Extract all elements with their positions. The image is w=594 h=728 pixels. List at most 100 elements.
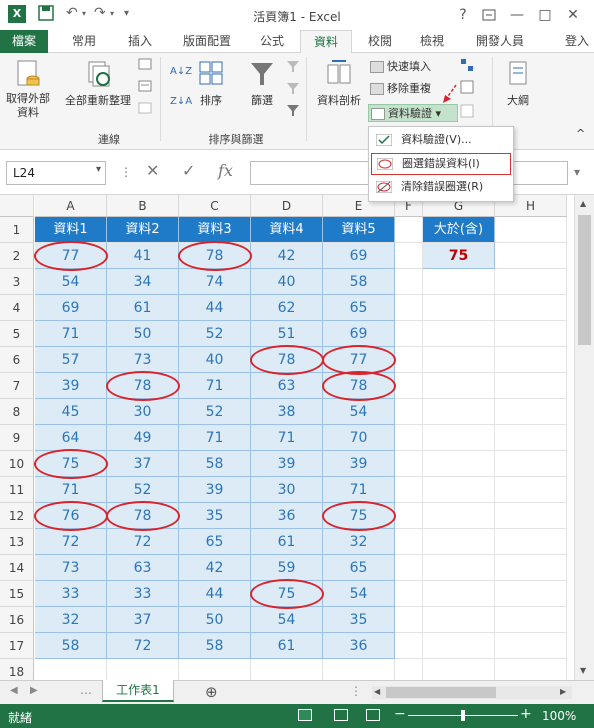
- menu-item-clear-validation-circles[interactable]: 清除錯誤圈選(R): [371, 177, 511, 199]
- data-cell[interactable]: 72: [107, 633, 179, 659]
- data-cell[interactable]: 78: [323, 373, 395, 399]
- help-button[interactable]: ?: [452, 5, 474, 25]
- expand-formula-bar-icon[interactable]: ▾: [574, 165, 580, 179]
- name-box[interactable]: L24 ▾: [6, 161, 106, 185]
- select-all-corner[interactable]: [0, 195, 34, 217]
- empty-cell[interactable]: [423, 503, 495, 529]
- tab-formulas[interactable]: 公式: [250, 30, 294, 53]
- data-cell[interactable]: 71: [35, 321, 107, 347]
- data-cell[interactable]: 69: [323, 321, 395, 347]
- empty-cell[interactable]: [423, 633, 495, 659]
- empty-cell[interactable]: [495, 243, 567, 269]
- empty-cell[interactable]: [423, 581, 495, 607]
- criteria-value-cell[interactable]: 75: [423, 243, 495, 269]
- data-cell[interactable]: 74: [179, 269, 251, 295]
- data-cell[interactable]: 61: [251, 529, 323, 555]
- collapse-ribbon-icon[interactable]: ^: [576, 125, 585, 143]
- row-header[interactable]: 15: [0, 581, 34, 607]
- row-header[interactable]: 5: [0, 321, 34, 347]
- data-cell[interactable]: 51: [251, 321, 323, 347]
- empty-cell[interactable]: [495, 477, 567, 503]
- data-cell[interactable]: 34: [107, 269, 179, 295]
- advanced-filter-icon[interactable]: [286, 103, 300, 121]
- table-header-cell[interactable]: 資料5: [323, 217, 395, 243]
- data-cell[interactable]: 59: [251, 555, 323, 581]
- empty-cell[interactable]: [395, 555, 423, 581]
- row-header[interactable]: 9: [0, 425, 34, 451]
- data-cell[interactable]: 39: [35, 373, 107, 399]
- tab-home[interactable]: 常用: [60, 30, 108, 53]
- page-layout-view-icon[interactable]: [334, 709, 348, 721]
- data-cell[interactable]: 54: [35, 269, 107, 295]
- data-cell[interactable]: 61: [251, 633, 323, 659]
- tab-review[interactable]: 校閱: [358, 30, 402, 53]
- empty-cell[interactable]: [495, 529, 567, 555]
- refresh-all-button[interactable]: 全部重新整理: [60, 59, 136, 108]
- data-cell[interactable]: 33: [35, 581, 107, 607]
- empty-cell[interactable]: [495, 295, 567, 321]
- empty-cell[interactable]: [251, 659, 323, 680]
- table-header-cell[interactable]: 資料1: [35, 217, 107, 243]
- empty-cell[interactable]: [423, 659, 495, 680]
- data-cell[interactable]: 37: [107, 607, 179, 633]
- worksheet-grid[interactable]: ABCDEFGH 1 2 3 4 5 6 7 8 9 10 11 12 13 14 15 16 17 18 資料1…: [0, 195, 594, 680]
- empty-cell[interactable]: [395, 659, 423, 680]
- data-cell[interactable]: 39: [179, 477, 251, 503]
- data-cell[interactable]: 50: [179, 607, 251, 633]
- data-cell[interactable]: 75: [251, 581, 323, 607]
- data-cell[interactable]: 62: [251, 295, 323, 321]
- data-validation-button[interactable]: 資料驗證 ▾: [368, 104, 458, 122]
- data-cell[interactable]: 58: [179, 451, 251, 477]
- horizontal-scrollbar[interactable]: ◀ ▶: [372, 686, 572, 699]
- sort-az-button[interactable]: A↓Z: [170, 63, 192, 81]
- row-header[interactable]: 4: [0, 295, 34, 321]
- column-header[interactable]: A: [35, 195, 107, 217]
- empty-cell[interactable]: [423, 451, 495, 477]
- empty-cell[interactable]: [423, 399, 495, 425]
- row-header[interactable]: 7: [0, 373, 34, 399]
- data-cell[interactable]: 73: [35, 555, 107, 581]
- empty-cell[interactable]: [495, 607, 567, 633]
- data-cell[interactable]: 75: [35, 451, 107, 477]
- cancel-icon[interactable]: ✕: [146, 161, 159, 180]
- data-cell[interactable]: 40: [179, 347, 251, 373]
- empty-cell[interactable]: [495, 217, 567, 243]
- empty-cell[interactable]: [423, 555, 495, 581]
- data-cell[interactable]: 32: [35, 607, 107, 633]
- get-external-data-button[interactable]: 取得外部 資料: [2, 59, 54, 120]
- data-cell[interactable]: 42: [179, 555, 251, 581]
- data-cell[interactable]: 58: [35, 633, 107, 659]
- data-cell[interactable]: 52: [179, 399, 251, 425]
- empty-cell[interactable]: [495, 347, 567, 373]
- filter-button[interactable]: 篩選: [242, 59, 282, 108]
- empty-cell[interactable]: [179, 659, 251, 680]
- empty-cell[interactable]: [495, 269, 567, 295]
- horizontal-scroll-thumb[interactable]: [386, 687, 496, 698]
- empty-cell[interactable]: [395, 503, 423, 529]
- remove-duplicates-button[interactable]: 移除重複: [370, 80, 431, 98]
- empty-cell[interactable]: [423, 529, 495, 555]
- enter-icon[interactable]: ✓: [182, 161, 195, 180]
- row-header[interactable]: 16: [0, 607, 34, 633]
- signin-link[interactable]: 登入: [560, 30, 594, 53]
- table-header-cell[interactable]: 資料2: [107, 217, 179, 243]
- flash-fill-button[interactable]: 快速填入: [370, 58, 431, 76]
- empty-cell[interactable]: [495, 399, 567, 425]
- sheet-more-icon[interactable]: …: [80, 683, 92, 697]
- data-cell[interactable]: 70: [323, 425, 395, 451]
- empty-cell[interactable]: [423, 269, 495, 295]
- properties-icon[interactable]: [138, 79, 152, 97]
- data-cell[interactable]: 69: [323, 243, 395, 269]
- data-cell[interactable]: 36: [323, 633, 395, 659]
- data-cell[interactable]: 39: [251, 451, 323, 477]
- data-cell[interactable]: 52: [107, 477, 179, 503]
- row-header[interactable]: 18: [0, 659, 34, 680]
- minimize-button[interactable]: —: [506, 5, 528, 25]
- data-cell[interactable]: 63: [107, 555, 179, 581]
- data-cell[interactable]: 78: [179, 243, 251, 269]
- empty-cell[interactable]: [395, 451, 423, 477]
- data-cell[interactable]: 41: [107, 243, 179, 269]
- empty-cell[interactable]: [495, 425, 567, 451]
- empty-cell[interactable]: [495, 659, 567, 680]
- menu-item-data-validation[interactable]: 資料驗證(V)...: [371, 130, 511, 152]
